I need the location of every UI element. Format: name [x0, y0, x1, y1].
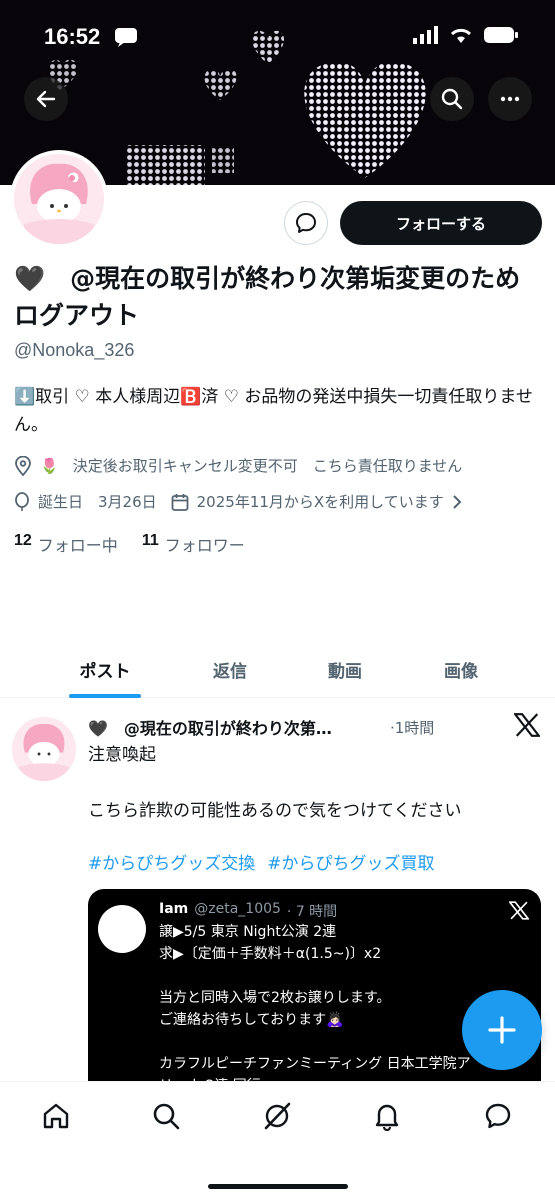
- follow-stats: 12 フォロー中 11 フォロワー: [14, 532, 245, 556]
- display-name: 🖤 @現在の取引が終わり次第垢変更のためログアウト: [14, 264, 521, 330]
- active-tab-indicator: [69, 694, 141, 698]
- joined-text: 2025年11月からXを利用しています: [196, 493, 444, 511]
- my-melody-image: [12, 717, 76, 781]
- bottom-navigation: [0, 1081, 555, 1200]
- calendar-icon: [171, 493, 189, 511]
- battery-icon: [484, 27, 518, 43]
- more-button[interactable]: [488, 77, 532, 121]
- post-time[interactable]: ·1時間: [390, 717, 434, 738]
- search-button[interactable]: [430, 77, 474, 121]
- post-header: 🖤 @現在の取引が終わり次第… ·1時間: [88, 715, 434, 739]
- bell-icon: [375, 1104, 399, 1131]
- message-button[interactable]: [284, 201, 328, 245]
- following-label[interactable]: フォロー中: [38, 532, 118, 556]
- nav-messages[interactable]: [478, 1096, 518, 1136]
- status-time: 16:52: [44, 24, 101, 49]
- home-icon: [43, 1103, 69, 1129]
- profile-tabs: ポスト 返信 動画 画像: [0, 640, 555, 698]
- grok-icon: [264, 1102, 291, 1130]
- chevron-right-icon[interactable]: [452, 494, 462, 510]
- embed-name: Iam: [159, 901, 189, 917]
- location-text: 決定後お取引キャンセル変更不可 こちら責任取りません: [72, 457, 463, 475]
- nav-search[interactable]: [146, 1096, 186, 1136]
- compose-button[interactable]: [462, 990, 542, 1070]
- post-avatar[interactable]: [12, 717, 76, 781]
- location-row: 🌷 決定後お取引キャンセル変更不可 こちら責任取りません: [14, 455, 462, 476]
- post-author-name[interactable]: 🖤 @現在の取引が終わり次第…: [88, 715, 388, 739]
- tab-images[interactable]: 画像: [406, 640, 516, 698]
- post-text: 注意喚起 こちら詐欺の可能性あるので気をつけてください: [88, 745, 462, 821]
- wifi-icon: [450, 28, 472, 43]
- location-emoji: 🌷: [40, 456, 59, 475]
- hashtag-link[interactable]: #からぴちグッズ買取: [267, 849, 434, 874]
- tab-replies[interactable]: 返信: [175, 640, 285, 698]
- home-indicator: [208, 1184, 348, 1189]
- profile-bio: ⬇️取引 ♡ 本人様周辺🅱️済 ♡ お品物の発送中損失一切責任取りません。: [14, 387, 533, 435]
- balloon-icon: [15, 491, 29, 511]
- back-button[interactable]: [24, 77, 68, 121]
- embed-handle: @zeta_1005: [194, 901, 281, 917]
- followers-label[interactable]: フォロワー: [165, 532, 245, 556]
- location-icon: [15, 455, 31, 476]
- profile-avatar[interactable]: [10, 150, 108, 248]
- hashtag-link[interactable]: #からぴちグッズ交換: [88, 849, 255, 874]
- tab-posts[interactable]: ポスト: [50, 640, 160, 698]
- signal-icon: [413, 26, 438, 44]
- status-bar: 16:52: [0, 0, 555, 70]
- nav-grok[interactable]: [257, 1096, 297, 1136]
- tab-videos[interactable]: 動画: [290, 640, 400, 698]
- my-melody-image: [14, 154, 104, 244]
- search-icon: [441, 88, 463, 110]
- nav-notifications[interactable]: [367, 1096, 407, 1136]
- birthday-text: 誕生日 3月26日: [38, 493, 157, 511]
- messages-icon: [485, 1103, 511, 1129]
- back-arrow-icon: [36, 90, 56, 108]
- embed-header: Iam @zeta_1005 · 7 時間: [159, 901, 337, 921]
- following-count[interactable]: 12: [14, 532, 32, 556]
- more-icon: [500, 96, 520, 102]
- search-icon: [153, 1103, 180, 1130]
- birthday-joined-row: 誕生日 3月26日 2025年11月からXを利用しています: [14, 491, 462, 512]
- chat-status-icon: [115, 28, 137, 47]
- x-logo-icon: [514, 713, 540, 737]
- plus-icon: [488, 1016, 516, 1044]
- embed-time: · 7 時間: [286, 904, 338, 920]
- profile-handle: @Nonoka_326: [14, 340, 135, 360]
- message-icon: [296, 213, 316, 233]
- nav-home[interactable]: [36, 1096, 76, 1136]
- post-hashtags: #からぴちグッズ交換 #からぴちグッズ買取: [88, 849, 435, 874]
- follow-button[interactable]: フォローする: [340, 201, 542, 245]
- followers-count[interactable]: 11: [142, 532, 159, 556]
- x-logo-icon: [509, 901, 529, 920]
- embed-avatar: [98, 905, 146, 953]
